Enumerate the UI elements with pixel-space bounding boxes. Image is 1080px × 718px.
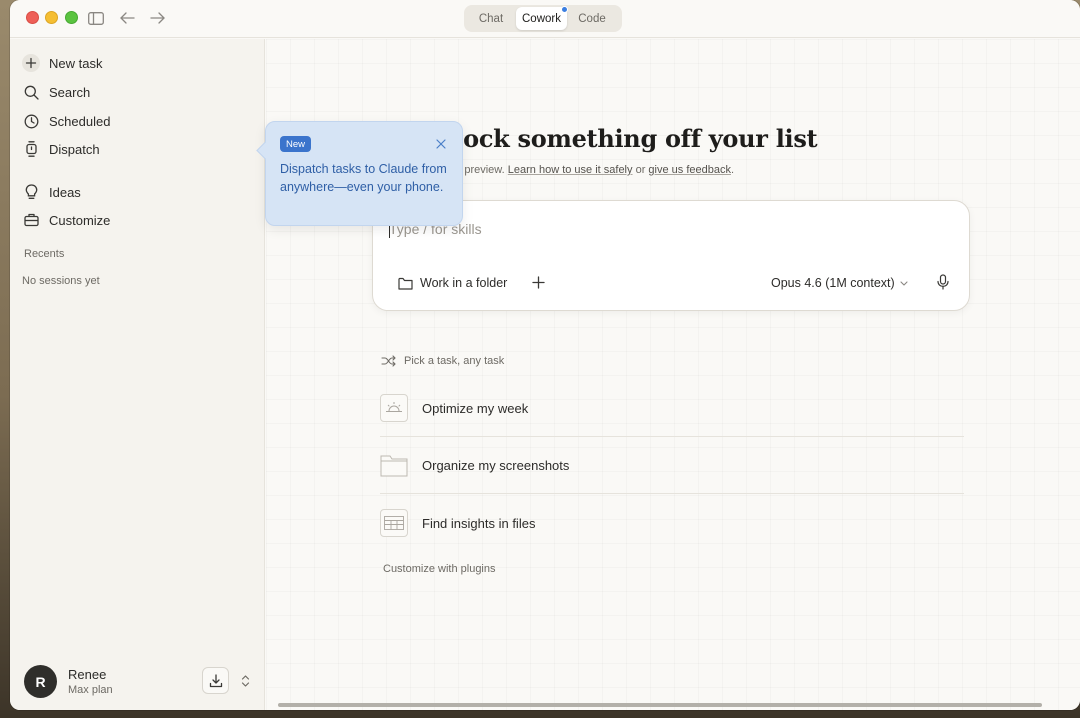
pick-task-prompt[interactable]: Pick a task, any task	[381, 355, 504, 367]
recents-heading: Recents	[24, 248, 65, 260]
shuffle-icon	[381, 355, 396, 367]
lightbulb-icon	[22, 183, 40, 201]
add-attachment-button[interactable]	[529, 273, 547, 291]
user-name: Renee	[68, 667, 107, 682]
horizontal-scrollbar[interactable]	[278, 703, 1042, 707]
sidebar-item-label: Dispatch	[49, 141, 100, 157]
download-button[interactable]	[202, 667, 229, 694]
feedback-link[interactable]: give us feedback	[648, 164, 731, 176]
sidebar-item-search[interactable]: Search	[22, 79, 254, 105]
sidebar-item-label: New task	[49, 55, 103, 71]
tab-chat[interactable]: Chat	[466, 7, 516, 30]
close-window-button[interactable]	[26, 11, 39, 24]
work-in-folder-button[interactable]: Work in a folder	[398, 272, 507, 294]
chevron-down-icon	[900, 280, 908, 286]
learn-safely-link[interactable]: Learn how to use it safely	[508, 164, 633, 176]
sidebar: New task Search Scheduled Dispatch Ideas	[10, 39, 265, 710]
avatar[interactable]: R	[24, 665, 57, 698]
customize-plugins-link[interactable]: Customize with plugins	[383, 563, 496, 575]
tab-code[interactable]: Code	[567, 7, 617, 30]
close-icon[interactable]	[434, 137, 448, 151]
sidebar-item-label: Customize	[49, 212, 111, 228]
search-icon	[22, 83, 40, 101]
sidebar-item-new-task[interactable]: New task	[22, 50, 254, 76]
briefcase-icon	[22, 211, 40, 229]
phone-watch-icon	[22, 140, 40, 158]
sidebar-item-label: Ideas	[49, 184, 81, 200]
chevron-updown-icon[interactable]	[238, 672, 252, 690]
model-label: Opus 4.6 (1M context)	[771, 276, 895, 290]
download-icon	[209, 673, 223, 688]
subline-suffix: .	[730, 164, 735, 176]
plus-icon	[22, 54, 40, 72]
work-in-folder-label: Work in a folder	[420, 276, 508, 290]
task-suggestion[interactable]: Find insights in files	[380, 501, 964, 545]
sidebar-item-dispatch[interactable]: Dispatch	[22, 136, 254, 162]
forward-arrow-icon[interactable]	[148, 9, 166, 27]
sidebar-item-ideas[interactable]: Ideas	[22, 179, 254, 205]
clock-icon	[22, 112, 40, 130]
model-selector[interactable]: Opus 4.6 (1M context)	[771, 272, 908, 294]
task-label: Find insights in files	[422, 515, 536, 531]
sidebar-item-customize[interactable]: Customize	[22, 207, 254, 233]
back-arrow-icon[interactable]	[118, 9, 136, 27]
new-badge: New	[280, 136, 312, 152]
sidebar-toggle-icon[interactable]	[87, 9, 105, 27]
task-label: Organize my screenshots	[422, 457, 570, 473]
plus-icon	[531, 275, 545, 289]
app-window: Chat Cowork Code New task Search Schedul…	[10, 0, 1080, 710]
tab-cowork[interactable]: Cowork	[516, 6, 568, 30]
sidebar-item-label: Scheduled	[49, 113, 111, 129]
mode-switcher: Chat Cowork Code	[464, 5, 622, 32]
microphone-icon	[937, 274, 949, 290]
title-bar: Chat Cowork Code	[10, 0, 1080, 38]
sidebar-item-scheduled[interactable]: Scheduled	[22, 108, 254, 134]
tab-cowork-label: Cowork	[522, 12, 561, 25]
user-plan: Max plan	[68, 684, 113, 696]
pick-task-label: Pick a task, any task	[404, 355, 505, 367]
task-label: Optimize my week	[422, 400, 529, 416]
sidebar-item-label: Search	[49, 84, 91, 100]
minimize-window-button[interactable]	[45, 11, 58, 24]
dispatch-announcement-popover: New Dispatch tasks to Claude from anywhe…	[265, 121, 463, 226]
zoom-window-button[interactable]	[65, 11, 78, 24]
spreadsheet-icon	[380, 509, 408, 537]
task-suggestion[interactable]: Optimize my week	[380, 386, 964, 430]
popover-message: Dispatch tasks to Claude from anywhere—e…	[280, 162, 447, 194]
user-profile[interactable]: R Renee Max plan	[24, 665, 254, 699]
divider	[380, 493, 964, 494]
folder-icon	[398, 277, 413, 290]
microphone-button[interactable]	[934, 273, 952, 291]
empty-sessions-text: No sessions yet	[22, 275, 100, 287]
sun-calendar-icon	[380, 394, 408, 422]
divider	[380, 436, 964, 437]
task-suggestion[interactable]: Organize my screenshots	[380, 443, 964, 487]
research-preview-note: rch preview. Learn how to use it safely …	[446, 164, 734, 176]
folder-icon	[380, 451, 408, 479]
subline-middle: or	[635, 164, 646, 176]
page-title: nock something off your list	[446, 124, 818, 153]
